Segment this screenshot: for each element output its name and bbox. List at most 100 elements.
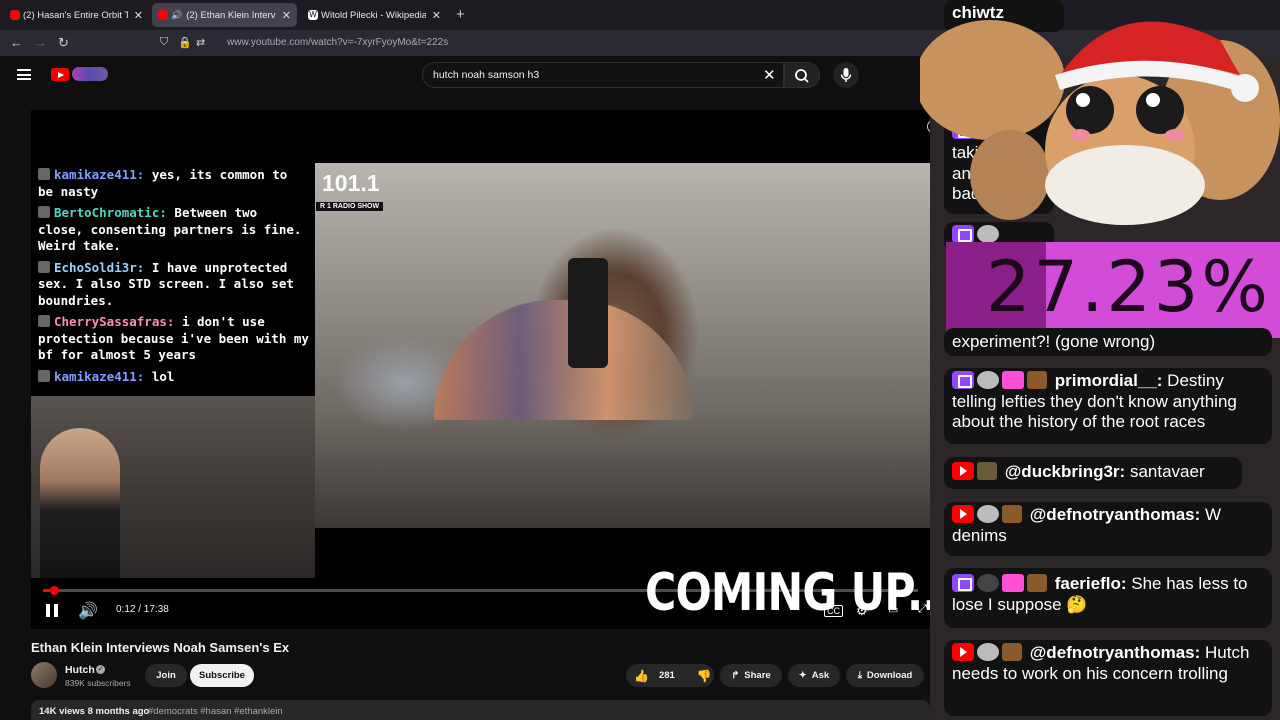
tab-wikipedia[interactable]: W Witold Pilecki - Wikipedia ✕	[302, 3, 447, 27]
badge-icon	[38, 260, 50, 273]
forward-icon[interactable]: →	[34, 35, 47, 50]
thumbs-up-icon[interactable]: 👍	[634, 669, 649, 683]
volume-icon[interactable]: 🔊	[78, 601, 98, 621]
moth-wing-lower	[970, 130, 1050, 220]
youtube-favicon-icon	[10, 10, 20, 20]
sparkle-icon: ✦	[798, 670, 807, 681]
moth-eye-left	[1066, 86, 1114, 134]
twitch-icon	[952, 371, 974, 389]
avatar	[977, 643, 999, 661]
overlay-chat: kamikaze411: yes, its common to be nasty…	[31, 163, 315, 396]
chat-message: @defnotryanthomas: W denims	[944, 502, 1272, 556]
wikipedia-favicon-icon: W	[308, 10, 318, 20]
moth-eye-shine	[1146, 93, 1160, 107]
miniplayer-icon[interactable]: ▭	[888, 603, 898, 616]
settings-gear-icon[interactable]: ⚙	[856, 603, 868, 619]
download-button[interactable]: ⤓ Download	[846, 664, 924, 687]
like-count[interactable]: 281	[659, 670, 675, 681]
speaker-icon[interactable]: 🔊	[171, 10, 182, 21]
avatar	[977, 505, 999, 523]
chat-message: primordial__: Destiny telling lefties th…	[944, 368, 1272, 444]
twitch-icon	[952, 574, 974, 592]
shield-icon[interactable]: ⛉	[160, 36, 168, 49]
moth-beard	[1045, 145, 1205, 225]
chat-message: experiment?! (gone wrong)	[944, 328, 1272, 356]
percent-value: 27.23%	[986, 246, 1271, 328]
youtube-logo-icon[interactable]	[51, 68, 69, 81]
search-icon	[795, 69, 809, 83]
time-display: 0:12 / 17:38	[116, 604, 169, 615]
radio-show-label: R 1 RADIO SHOW	[316, 202, 384, 211]
avatar	[977, 371, 999, 389]
overlay-chat-line: kamikaze411: lol	[38, 369, 309, 386]
overlay-chat-line: kamikaze411: yes, its common to be nasty	[38, 167, 288, 199]
avatar	[977, 574, 999, 592]
microphone-icon	[840, 68, 852, 82]
download-icon: ⤓	[857, 670, 862, 681]
ask-button[interactable]: ✦ Ask	[788, 664, 840, 687]
subscriber-count: 839K subscribers	[65, 678, 131, 688]
gem-badge-icon	[1002, 371, 1024, 389]
badge-icon	[38, 369, 50, 382]
voice-search-button[interactable]	[833, 62, 859, 88]
like-dislike-group: 👍 281 👎	[626, 664, 714, 687]
pause-button[interactable]	[46, 604, 58, 617]
moth-badge-icon	[1027, 371, 1047, 389]
reload-icon[interactable]: ↻	[58, 35, 69, 51]
moth-wing-left	[920, 20, 1065, 140]
santa-hat-pompom	[1231, 74, 1259, 102]
channel-avatar[interactable]	[31, 662, 57, 688]
fullscreen-icon[interactable]: ⤢	[918, 603, 927, 616]
address-bar[interactable]: www.youtube.com/watch?v=-7xyrFyoyMo&t=22…	[227, 37, 448, 48]
progress-bar[interactable]	[43, 589, 918, 592]
close-tab-icon[interactable]: ✕	[134, 9, 143, 22]
studio-microphone	[568, 258, 608, 368]
badge-icon	[38, 168, 50, 180]
close-tab-icon[interactable]: ✕	[282, 9, 291, 22]
moth-badge-icon	[1002, 505, 1022, 523]
youtube-icon	[952, 643, 974, 661]
clear-search-icon[interactable]: ✕	[763, 66, 776, 84]
webcam-person	[40, 428, 120, 578]
verified-check-icon: ✓	[96, 665, 105, 674]
view-count-date: 14K views 8 months ago	[39, 706, 150, 717]
overlay-chat-line: CherrySassafras: i don't use protection …	[38, 314, 309, 362]
back-icon[interactable]: ←	[10, 35, 23, 50]
progress-scrubber[interactable]	[50, 586, 59, 595]
youtube-favicon-icon	[158, 10, 168, 20]
youtube-icon	[952, 462, 974, 480]
close-tab-icon[interactable]: ✕	[432, 9, 441, 22]
subscribe-button[interactable]: Subscribe	[190, 664, 254, 687]
avatar	[977, 462, 997, 480]
chat-message: faerieflo: She has less to lose I suppos…	[944, 568, 1272, 628]
thumbs-down-icon[interactable]: 👎	[697, 669, 712, 683]
join-button[interactable]: Join	[145, 664, 187, 687]
video-title: Ethan Klein Interviews Noah Samsen's Ex	[31, 640, 290, 655]
badge-icon	[38, 206, 50, 218]
youtube-doodle[interactable]	[72, 67, 108, 81]
radio-logo: 101.1	[322, 170, 380, 196]
captions-icon[interactable]: CC	[824, 605, 843, 617]
tab-hasan[interactable]: (2) Hasan's Entire Orbit Throws ✕	[4, 3, 149, 27]
tab-ethan-klein[interactable]: 🔊 (2) Ethan Klein Interviews N ✕	[152, 3, 297, 27]
search-button[interactable]	[784, 62, 820, 88]
chat-message: @defnotryanthomas: Hutch needs to work o…	[944, 640, 1272, 716]
moth-blush-left	[1070, 129, 1090, 141]
moth-badge-icon	[1002, 643, 1022, 661]
gem-badge-icon	[1002, 574, 1024, 592]
new-tab-icon[interactable]: +	[456, 6, 465, 23]
share-button[interactable]: ↱ Share	[720, 664, 782, 687]
lock-icon[interactable]: 🔒	[178, 36, 192, 49]
youtube-icon	[952, 505, 974, 523]
moth-eye-shine	[1076, 93, 1090, 107]
chat-message: @duckbring3r: santavaer	[944, 457, 1242, 489]
search-input[interactable]: hutch noah samson h3	[433, 69, 539, 81]
channel-name[interactable]: Hutch	[65, 664, 95, 676]
permissions-icon[interactable]: ⇄	[196, 36, 205, 49]
moth-mascot	[920, 20, 1280, 225]
moth-badge-icon	[1027, 574, 1047, 592]
moth-blush-right	[1165, 129, 1185, 141]
overlay-chat-line: BertoChromatic: Between two close, conse…	[38, 205, 302, 253]
hashtags[interactable]: #democrats #hasan #ethanklein	[148, 706, 283, 717]
menu-icon[interactable]	[17, 69, 31, 80]
